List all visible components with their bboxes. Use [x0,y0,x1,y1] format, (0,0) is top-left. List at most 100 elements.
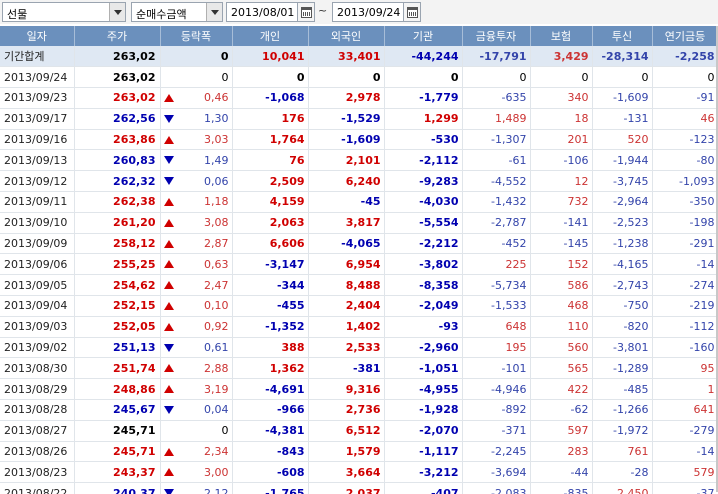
cell-price: 260,83 [74,149,161,172]
table-row[interactable]: 2013/09/03 252,05 0,92 -1,352 1,402 -93 648 110… [0,316,718,338]
date-from-input[interactable]: 2013/08/01 [226,2,298,22]
change-value: 0,63 [204,257,229,271]
cell-price: 248,86 [74,378,161,401]
chevron-down-icon[interactable] [109,3,125,21]
table-row[interactable]: 2013/08/29 248,86 3,19 -4,691 9,316 -4,955 -4,… [0,378,718,401]
cell-insurance: -835 [530,482,593,494]
table-row[interactable]: 2013/09/12 262,32 0,06 2,509 6,240 -9,283 -4,5… [0,170,718,193]
col-header-insurance[interactable]: 보험 [530,26,593,46]
date-to-calendar-button[interactable] [403,2,421,22]
cell-pension: -350 [652,191,718,213]
cell-foreign: 6,240 [308,170,385,193]
cell-change: 0 [160,46,233,68]
triangle-down-icon [163,405,174,414]
table-row[interactable]: 2013/09/04 252,15 0,10 -455 2,404 -2,049 -1,53… [0,295,718,317]
cell-foreign: -45 [308,191,385,213]
cell-individual: -4,691 [232,378,309,401]
change-value: 2,87 [204,237,229,251]
mode-select[interactable]: 순매수금액 [131,2,223,22]
triangle-up-icon [163,218,174,227]
table-row[interactable]: 2013/09/09 258,12 2,87 6,606 -4,065 -2,212 -45… [0,233,718,255]
cell-date: 2013/09/13 [0,149,75,172]
table-row[interactable]: 2013/08/26 245,71 2,34 -843 1,579 -1,117 -2,24… [0,441,718,463]
cell-trust: -1,609 [592,87,653,109]
cell-foreign: 2,978 [308,87,385,109]
date-to-input[interactable]: 2013/09/24 [332,2,404,22]
cell-trust: -4,165 [592,253,653,276]
change-value: 0 [220,49,229,63]
cell-pension: -112 [652,316,718,338]
cell-foreign: 2,404 [308,295,385,317]
col-header-institution[interactable]: 기관 [384,26,463,46]
table-row[interactable]: 2013/08/28 245,67 0,04 -966 2,736 -1,928 -892-… [0,399,718,421]
cell-pension: 579 [652,461,718,484]
date-separator: ~ [318,4,328,17]
cell-pension: -2,258 [652,46,718,68]
table-row[interactable]: 2013/09/02 251,13 0,61 388 2,533 -2,960 195 560… [0,337,718,359]
market-select[interactable]: 선물 [2,2,126,22]
table-row[interactable]: 2013/09/13 260,83 1,49 76 2,101 -2,112 -61 -106… [0,149,718,172]
cell-institution: -1,117 [384,441,463,463]
cell-financial-investment: -17,791 [462,46,531,68]
cell-pension: -291 [652,233,718,255]
cell-insurance: 597 [530,420,593,442]
cell-change: 2,88 [160,357,233,380]
col-header-individual[interactable]: 개인 [232,26,309,46]
cell-foreign: 2,533 [308,337,385,359]
table-row-total[interactable]: 기간합계 263,02 0 10,041 33,401 -44,244 -17,791 3,4… [0,46,718,68]
table-row[interactable]: 2013/09/24 263,02 0 0 0 0 0 0 0 0 [0,66,718,89]
col-header-trust[interactable]: 투신 [592,26,653,46]
triangle-down-icon [163,489,174,494]
date-from-calendar-button[interactable] [297,2,315,22]
cell-pension: 95 [652,357,718,380]
table-row[interactable]: 2013/09/10 261,20 3,08 2,063 3,817 -5,554 -2,7… [0,212,718,234]
cell-pension: -37 [652,482,718,494]
triangle-up-icon [163,322,174,331]
triangle-up-icon [163,93,174,102]
cell-pension: -14 [652,253,718,276]
cell-price: 262,32 [74,170,161,193]
cell-pension: 641 [652,399,718,421]
cell-individual: 4,159 [232,191,309,213]
table-row[interactable]: 2013/08/23 243,37 3,00 -608 3,664 -3,212 -3,69… [0,461,718,484]
table-row[interactable]: 2013/09/16 263,86 3,03 1,764 -1,609 -530 -1,30… [0,129,718,151]
table-row[interactable]: 2013/09/17 262,56 1,30 176 -1,529 1,299 1,489 1… [0,108,718,130]
change-value: 2,47 [204,278,229,292]
cell-date: 2013/09/09 [0,233,75,255]
table-row[interactable]: 2013/09/11 262,38 1,18 4,159 -45 -4,030 -1,432… [0,191,718,213]
cell-individual: 6,606 [232,233,309,255]
table-row[interactable]: 2013/09/06 255,25 0,63 -3,147 6,954 -3,802 225… [0,253,718,276]
cell-trust: -28 [592,461,653,484]
cell-insurance: 560 [530,337,593,359]
table-row[interactable]: 2013/08/22 240,37 2,12 -1,765 2,037 -407 -2,08… [0,482,718,494]
table-row[interactable]: 2013/08/30 251,74 2,88 1,362 -381 -1,051 -101 5… [0,357,718,380]
cell-individual: -3,147 [232,253,309,276]
cell-insurance: 110 [530,316,593,338]
cell-foreign: -1,529 [308,108,385,130]
cell-individual: 76 [232,149,309,172]
col-header-price[interactable]: 주가 [74,26,161,46]
cell-financial-investment: -61 [462,149,531,172]
col-header-date[interactable]: 일자 [0,26,75,46]
table-row[interactable]: 2013/08/27 245,71 0 -4,381 6,512 -2,070 -371 59… [0,420,718,442]
triangle-up-icon [163,385,174,394]
cell-insurance: 340 [530,87,593,109]
col-header-pension[interactable]: 연기금등 [652,26,718,46]
table-row[interactable]: 2013/09/23 263,02 0,46 -1,068 2,978 -1,779 -63… [0,87,718,109]
triangle-up-icon [163,447,174,456]
col-header-foreign[interactable]: 외국인 [308,26,385,46]
cell-pension: -123 [652,129,718,151]
cell-trust: -1,972 [592,420,653,442]
cell-pension: 46 [652,108,718,130]
col-header-change[interactable]: 등락폭 [160,26,233,46]
table-row[interactable]: 2013/09/05 254,62 2,47 -344 8,488 -8,358 -5,73… [0,274,718,297]
cell-date: 2013/09/11 [0,191,75,213]
cell-financial-investment: 0 [462,66,531,89]
cell-trust: 520 [592,129,653,151]
chevron-down-icon[interactable] [206,3,222,21]
col-header-financial-investment[interactable]: 금융투자 [462,26,531,46]
cell-price: 245,71 [74,441,161,463]
cell-date: 2013/09/02 [0,337,75,359]
cell-institution: -3,212 [384,461,463,484]
cell-financial-investment: 195 [462,337,531,359]
